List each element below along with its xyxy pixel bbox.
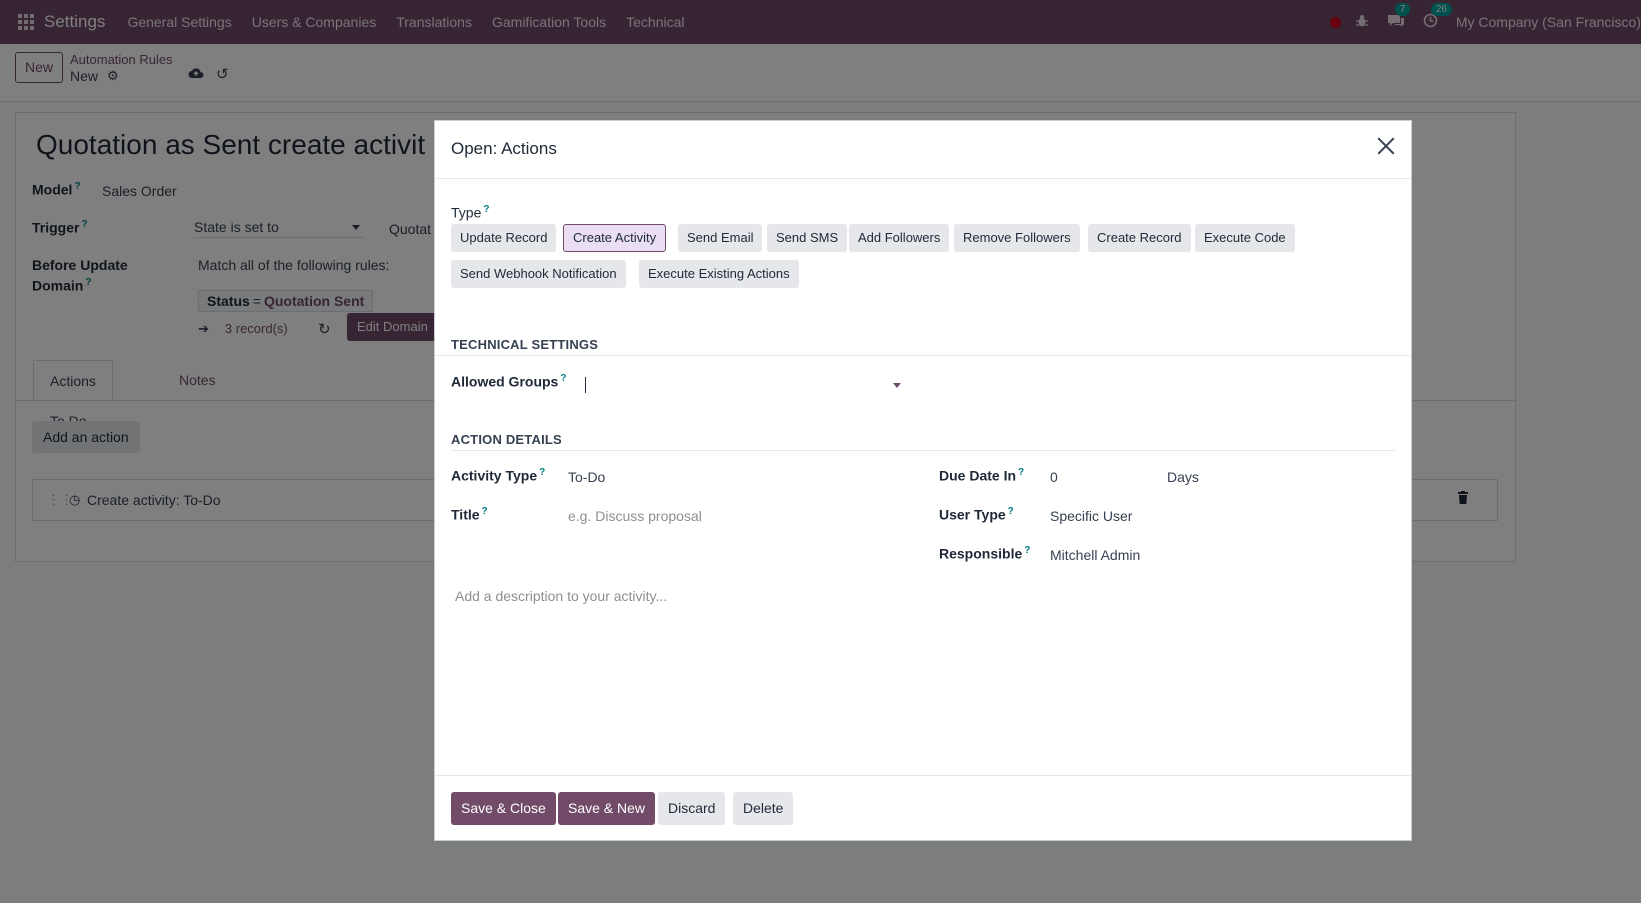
responsible-field[interactable]: Mitchell Admin bbox=[1050, 547, 1140, 563]
due-date-input[interactable]: 0 bbox=[1050, 469, 1058, 485]
activity-type-label: Activity Type? bbox=[451, 467, 546, 484]
save-close-button[interactable]: Save & Close bbox=[451, 792, 556, 825]
technical-settings-heading: TECHNICAL SETTINGS bbox=[451, 337, 599, 352]
help-icon[interactable]: ? bbox=[482, 506, 488, 517]
chevron-down-icon[interactable] bbox=[893, 383, 901, 388]
help-icon[interactable]: ? bbox=[539, 467, 545, 478]
type-label: Type? bbox=[451, 204, 490, 221]
title-input[interactable]: e.g. Discuss proposal bbox=[568, 508, 702, 524]
delete-button[interactable]: Delete bbox=[733, 792, 794, 825]
due-date-unit-select[interactable]: Days bbox=[1167, 469, 1199, 485]
allowed-groups-label: Allowed Groups? bbox=[451, 373, 567, 390]
user-type-label: User Type? bbox=[939, 506, 1014, 523]
actions-dialog: Open: Actions Type? Update Record Create… bbox=[434, 120, 1412, 841]
dialog-header: Open: Actions bbox=[435, 121, 1411, 179]
dialog-footer: Save & Close Save & New Discard Delete bbox=[435, 775, 1411, 841]
type-option-send-sms[interactable]: Send SMS bbox=[767, 224, 848, 252]
help-icon[interactable]: ? bbox=[560, 373, 566, 384]
type-option-create-record[interactable]: Create Record bbox=[1088, 224, 1191, 252]
responsible-label: Responsible? bbox=[939, 545, 1031, 562]
help-icon[interactable]: ? bbox=[1024, 545, 1030, 556]
help-icon[interactable]: ? bbox=[1018, 467, 1024, 478]
user-type-select[interactable]: Specific User bbox=[1050, 508, 1132, 524]
type-option-send-webhook[interactable]: Send Webhook Notification bbox=[451, 260, 626, 288]
type-option-add-followers[interactable]: Add Followers bbox=[849, 224, 950, 252]
discard-button[interactable]: Discard bbox=[658, 792, 726, 825]
type-option-update-record[interactable]: Update Record bbox=[451, 224, 557, 252]
allowed-groups-input[interactable] bbox=[585, 374, 898, 396]
type-option-execute-code[interactable]: Execute Code bbox=[1195, 224, 1295, 252]
save-new-button[interactable]: Save & New bbox=[558, 792, 656, 825]
section-divider bbox=[435, 355, 1411, 356]
section-divider bbox=[451, 450, 1395, 451]
type-option-remove-followers[interactable]: Remove Followers bbox=[954, 224, 1080, 252]
activity-type-field[interactable]: To-Do bbox=[568, 469, 605, 485]
dialog-title: Open: Actions bbox=[451, 139, 557, 158]
action-details-heading: ACTION DETAILS bbox=[451, 432, 562, 447]
type-option-send-email[interactable]: Send Email bbox=[678, 224, 763, 252]
type-option-create-activity[interactable]: Create Activity bbox=[563, 224, 667, 252]
due-date-label: Due Date In? bbox=[939, 467, 1025, 484]
description-editor[interactable]: Add a description to your activity... bbox=[455, 588, 667, 604]
type-option-execute-existing[interactable]: Execute Existing Actions bbox=[639, 260, 799, 288]
text-cursor bbox=[585, 377, 586, 393]
help-icon[interactable]: ? bbox=[483, 204, 489, 215]
help-icon[interactable]: ? bbox=[1008, 506, 1014, 517]
title-label: Title? bbox=[451, 506, 488, 523]
close-icon[interactable] bbox=[1375, 135, 1397, 157]
